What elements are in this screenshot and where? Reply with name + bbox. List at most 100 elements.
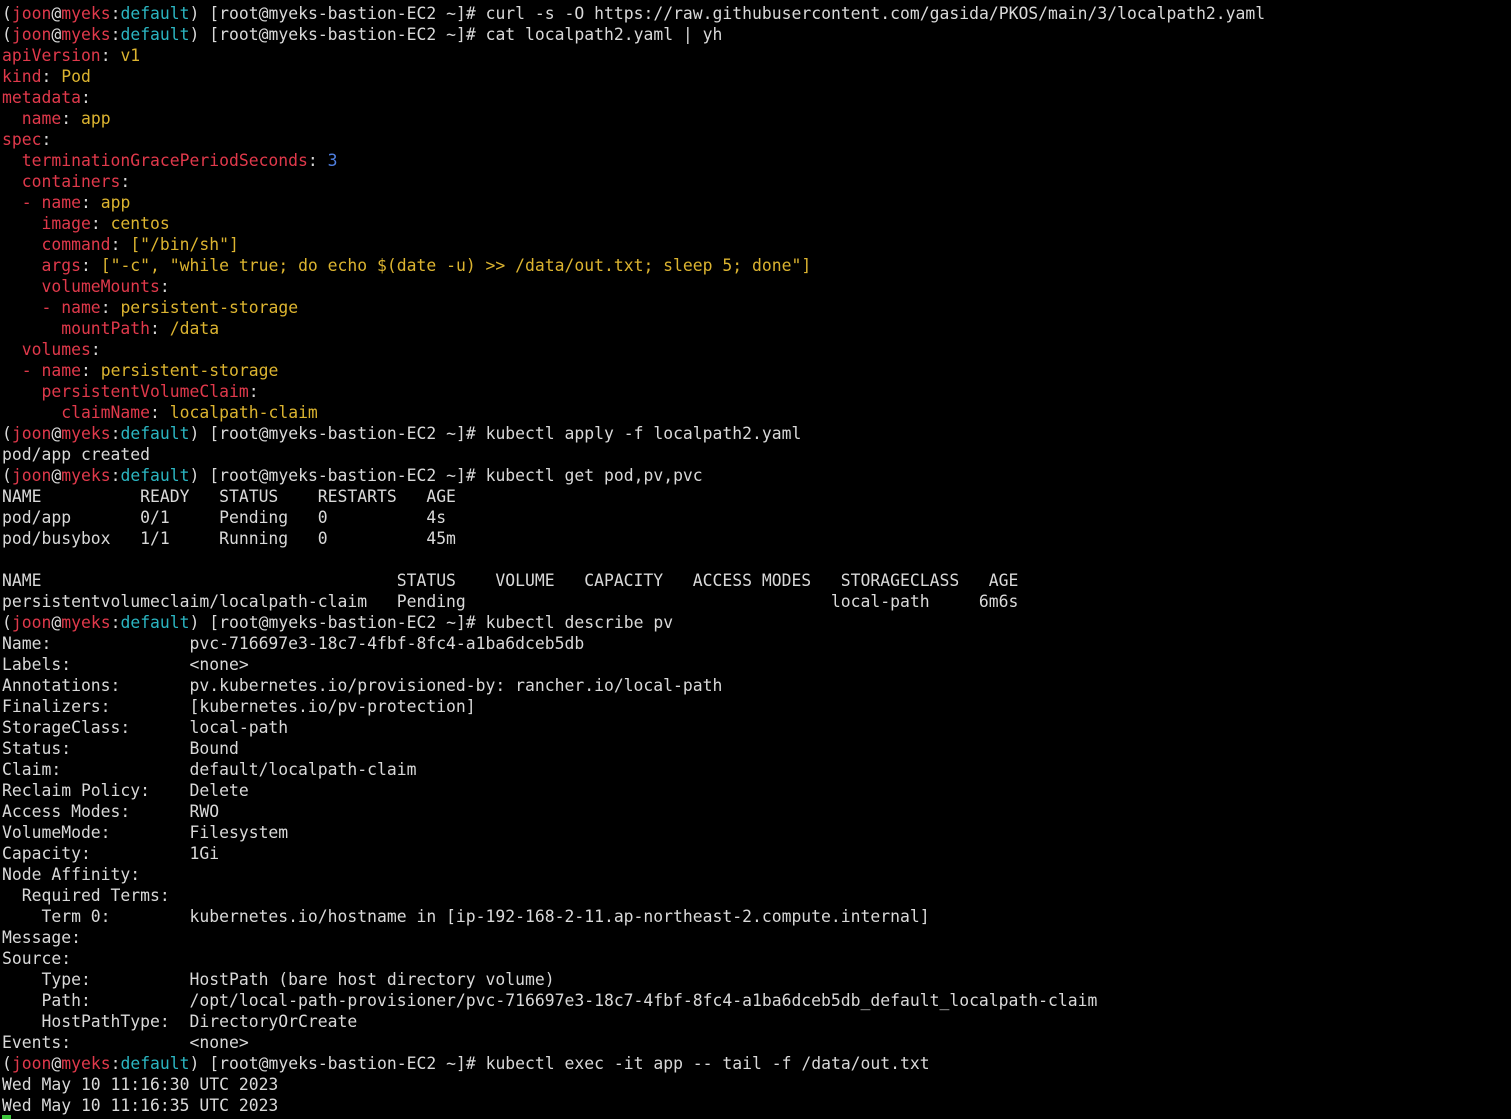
terminal-text-segment: app: [80, 109, 111, 128]
terminal-text-segment: terminationGracePeriodSeconds: [2, 151, 308, 170]
terminal-text-segment: :: [41, 130, 52, 149]
terminal-text-segment: myeks: [61, 613, 111, 632]
terminal-line-output: Required Terms:: [2, 885, 1511, 906]
terminal-text-segment: :: [110, 466, 121, 485]
terminal-text-segment: 3: [327, 151, 338, 170]
terminal-line-output: Events: <none>: [2, 1032, 1511, 1053]
terminal-line-yaml: volumeMounts:: [2, 276, 1511, 297]
terminal-text-segment: ) [root@myeks-bastion-EC2 ~]# kubectl ex…: [189, 1054, 930, 1073]
terminal-line-output: Node Affinity:: [2, 864, 1511, 885]
terminal-text-segment: args: [2, 256, 81, 275]
terminal-line-yaml: metadata:: [2, 87, 1511, 108]
terminal-window[interactable]: (joon@myeks:default) [root@myeks-bastion…: [2, 3, 1511, 1119]
terminal-line-output: [2, 549, 1511, 570]
terminal-text-segment: (: [2, 25, 12, 44]
terminal-text-segment: @: [51, 4, 62, 23]
terminal-line-yaml: image: centos: [2, 213, 1511, 234]
terminal-text-segment: StorageClass: local-path: [2, 718, 289, 737]
terminal-text-segment: v1: [120, 46, 141, 65]
terminal-text-segment: Wed May 10 11:16:30 UTC 2023: [2, 1075, 279, 1094]
terminal-text-segment: default: [120, 1054, 190, 1073]
terminal-text-segment: @: [51, 424, 62, 443]
terminal-text-segment: ) [root@myeks-bastion-EC2 ~]# kubectl ge…: [189, 466, 703, 485]
terminal-text-segment: :: [80, 193, 101, 212]
terminal-text-segment: joon: [11, 25, 52, 44]
terminal-line-output: VolumeMode: Filesystem: [2, 822, 1511, 843]
terminal-text-segment: :: [150, 403, 170, 422]
terminal-line-prompt: (joon@myeks:default) [root@myeks-bastion…: [2, 1053, 1511, 1074]
terminal-text-segment: @: [51, 1054, 62, 1073]
terminal-text-segment: app: [100, 193, 131, 212]
terminal-text-segment: :: [110, 235, 131, 254]
terminal-line-yaml: mountPath: /data: [2, 318, 1511, 339]
terminal-text-segment: :: [307, 151, 328, 170]
terminal-line-output: Reclaim Policy: Delete: [2, 780, 1511, 801]
terminal-line-output: Term 0: kubernetes.io/hostname in [ip-19…: [2, 906, 1511, 927]
terminal-text-segment: joon: [11, 613, 52, 632]
terminal-text-segment: :: [41, 67, 62, 86]
terminal-text-segment: (: [2, 613, 12, 632]
terminal-line-output: Finalizers: [kubernetes.io/pv-protection…: [2, 696, 1511, 717]
terminal-text-segment: default: [120, 466, 190, 485]
terminal-text-segment: NAME STATUS VOLUME CAPACITY ACCESS MODES…: [2, 571, 1019, 590]
terminal-line-prompt: (joon@myeks:default) [root@myeks-bastion…: [2, 3, 1511, 24]
terminal-line-output: Wed May 10 11:16:30 UTC 2023: [2, 1074, 1511, 1095]
terminal-text-segment: ) [root@myeks-bastion-EC2 ~]# curl -s -O…: [189, 4, 1266, 23]
terminal-text-segment: Finalizers: [kubernetes.io/pv-protection…: [2, 697, 476, 716]
terminal-line-yaml: persistentVolumeClaim:: [2, 381, 1511, 402]
terminal-text-segment: claimName: [2, 403, 151, 422]
terminal-text-segment: ["/bin/sh"]: [130, 235, 239, 254]
terminal-text-segment: :: [80, 88, 91, 107]
terminal-text-segment: (: [2, 4, 12, 23]
terminal-text-segment: Pod: [61, 67, 91, 86]
terminal-text-segment: Wed May 10 11:16:35 UTC 2023: [2, 1096, 279, 1115]
terminal-line-output: Name: pvc-716697e3-18c7-4fbf-8fc4-a1ba6d…: [2, 633, 1511, 654]
terminal-text-segment: - name: [2, 193, 81, 212]
terminal-text-segment: default: [120, 613, 190, 632]
terminal-line-yaml: kind: Pod: [2, 66, 1511, 87]
terminal-text-segment: metadata: [2, 88, 81, 107]
terminal-line-prompt: (joon@myeks:default) [root@myeks-bastion…: [2, 612, 1511, 633]
terminal-text-segment: Term 0: kubernetes.io/hostname in [ip-19…: [2, 907, 930, 926]
terminal-text-segment: ) [root@myeks-bastion-EC2 ~]# kubectl de…: [189, 613, 674, 632]
terminal-text-segment: NAME READY STATUS RESTARTS AGE: [2, 487, 456, 506]
terminal-text-segment: image: [2, 214, 91, 233]
terminal-line-output: pod/busybox 1/1 Running 0 45m: [2, 528, 1511, 549]
terminal-text-segment: Claim: default/localpath-claim: [2, 760, 417, 779]
terminal-line-yaml: command: ["/bin/sh"]: [2, 234, 1511, 255]
terminal-text-segment: myeks: [61, 424, 111, 443]
terminal-text-segment: :: [80, 256, 101, 275]
terminal-text-segment: mountPath: [2, 319, 151, 338]
terminal-text-segment: Name: pvc-716697e3-18c7-4fbf-8fc4-a1ba6d…: [2, 634, 585, 653]
terminal-text-segment: apiVersion: [2, 46, 101, 65]
terminal-text-segment: Capacity: 1Gi: [2, 844, 220, 863]
terminal-text-segment: Events: <none>: [2, 1033, 249, 1052]
terminal-text-segment: @: [51, 466, 62, 485]
terminal-text-segment: centos: [110, 214, 170, 233]
terminal-line-yaml: containers:: [2, 171, 1511, 192]
terminal-text-segment: myeks: [61, 1054, 111, 1073]
terminal-text-segment: pod/busybox 1/1 Running 0 45m: [2, 529, 456, 548]
terminal-text-segment: ) [root@myeks-bastion-EC2 ~]# kubectl ap…: [189, 424, 802, 443]
terminal-text-segment: @: [51, 25, 62, 44]
terminal-text-segment: myeks: [61, 466, 111, 485]
terminal-text-segment: persistent-storage: [100, 361, 279, 380]
terminal-text-segment: command: [2, 235, 111, 254]
terminal-text-segment: Path: /opt/local-path-provisioner/pvc-71…: [2, 991, 1098, 1010]
terminal-line-output: Claim: default/localpath-claim: [2, 759, 1511, 780]
terminal-text-segment: :: [110, 4, 121, 23]
terminal-line-yaml: args: ["-c", "while true; do echo $(date…: [2, 255, 1511, 276]
terminal-text-segment: Status: Bound: [2, 739, 239, 758]
terminal-line-output: pod/app 0/1 Pending 0 4s: [2, 507, 1511, 528]
terminal-line-output: Labels: <none>: [2, 654, 1511, 675]
terminal-text-segment: :: [110, 613, 121, 632]
terminal-line-output: Type: HostPath (bare host directory volu…: [2, 969, 1511, 990]
terminal-text-segment: Required Terms:: [2, 886, 170, 905]
terminal-text-segment: joon: [11, 466, 52, 485]
terminal-text-segment: myeks: [61, 25, 111, 44]
terminal-text-segment: Source:: [2, 949, 72, 968]
terminal-text-segment: (: [2, 1054, 12, 1073]
terminal-line-output: Source:: [2, 948, 1511, 969]
terminal-text-segment: Access Modes: RWO: [2, 802, 220, 821]
terminal-line-output: Annotations: pv.kubernetes.io/provisione…: [2, 675, 1511, 696]
